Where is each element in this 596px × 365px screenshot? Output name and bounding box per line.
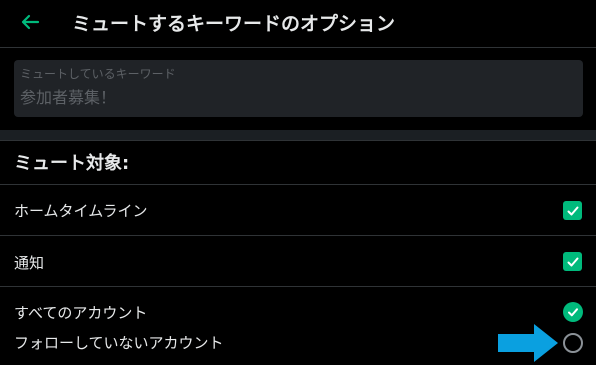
option-label-all-accounts: すべてのアカウント — [14, 304, 148, 322]
option-label: ホームタイムライン — [14, 202, 148, 220]
arrow-left-icon — [21, 14, 40, 30]
field-label: ミュートしているキーワード — [20, 67, 176, 81]
header: ミュートするキーワードのオプション — [0, 0, 596, 48]
option-label-not-following: フォローしていないアカウント — [14, 334, 224, 352]
option-row-home-timeline[interactable]: ホームタイムライン — [0, 184, 596, 235]
pointer-arrow-icon — [498, 324, 558, 362]
back-button[interactable] — [18, 10, 42, 34]
checkmark-icon — [567, 257, 578, 266]
muted-keyword-field[interactable]: ミュートしているキーワード — [14, 60, 583, 117]
section-divider — [0, 130, 596, 141]
all-accounts-radio[interactable] — [563, 302, 583, 322]
checkmark-icon — [568, 308, 578, 317]
page-title: ミュートするキーワードのオプション — [72, 13, 396, 35]
checkmark-icon — [567, 206, 578, 215]
option-row-notifications[interactable]: 通知 — [0, 235, 596, 286]
notifications-checkbox[interactable] — [563, 252, 582, 271]
home-timeline-checkbox[interactable] — [563, 201, 582, 220]
not-following-radio[interactable] — [563, 333, 583, 353]
keyword-input[interactable] — [20, 86, 577, 105]
option-label: 通知 — [14, 254, 45, 272]
section-title: ミュート対象: — [14, 153, 130, 174]
